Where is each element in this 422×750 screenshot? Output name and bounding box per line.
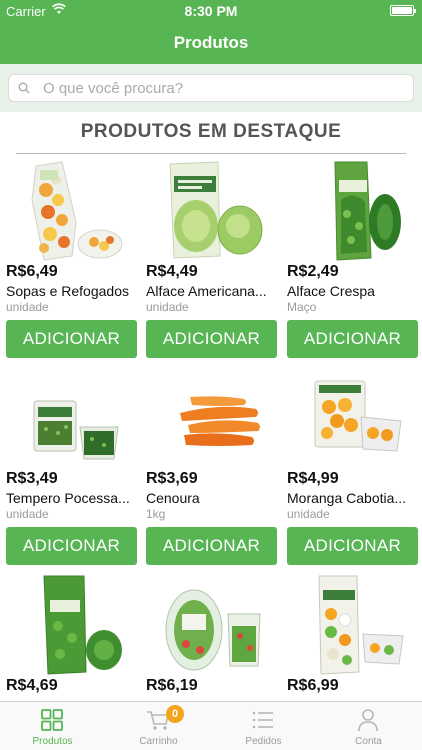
- product-card[interactable]: R$6,49 Sopas e Refogados unidade ADICION…: [6, 160, 137, 360]
- product-image-iceberg-lettuce: [169, 161, 263, 259]
- tab-label: Conta: [355, 736, 382, 747]
- product-price: R$3,69: [146, 470, 198, 487]
- section-title: PRODUTOS EM DESTAQUE: [80, 121, 342, 142]
- add-to-cart-button[interactable]: ADICIONAR: [146, 527, 277, 565]
- product-image-processed-seasoning: [33, 400, 119, 460]
- add-to-cart-button[interactable]: ADICIONAR: [287, 527, 418, 565]
- product-image-curly-lettuce: [334, 161, 401, 261]
- product-name: Cenoura: [146, 490, 200, 506]
- grid-icon: [41, 709, 63, 731]
- product-unit: Maço: [287, 300, 317, 314]
- product-name: Alface Americana...: [146, 283, 267, 299]
- product-price: R$4,49: [146, 263, 198, 280]
- clock: 8:30 PM: [184, 3, 238, 19]
- list-icon: [252, 711, 273, 729]
- user-icon: [358, 709, 378, 732]
- add-to-cart-button[interactable]: ADICIONAR: [287, 320, 418, 358]
- add-to-cart-button[interactable]: ADICIONAR: [6, 527, 137, 565]
- add-to-cart-button[interactable]: ADICIONAR: [6, 320, 137, 358]
- product-card[interactable]: R$4,49 Alface Americana... unidade ADICI…: [146, 160, 277, 360]
- product-name: Alface Crespa: [287, 283, 375, 299]
- header-bar: Carrier 8:30 PM Produtos: [0, 0, 422, 64]
- section-divider: [16, 153, 406, 154]
- product-image-greens-bag: [43, 575, 122, 675]
- tab-conta[interactable]: Conta: [316, 702, 421, 750]
- app-screen: Carrier 8:30 PM Produtos PRODUTOS EM DES…: [0, 0, 422, 750]
- product-unit: unidade: [6, 507, 49, 521]
- tab-label: Pedidos: [245, 736, 282, 747]
- product-unit: unidade: [146, 300, 189, 314]
- tab-pedidos[interactable]: Pedidos: [211, 702, 316, 750]
- product-image-soup-mix: [31, 161, 123, 261]
- product-price: R$3,49: [6, 470, 58, 487]
- search-area: [0, 64, 422, 112]
- product-name: Sopas e Refogados: [6, 283, 129, 299]
- cart-count-badge: 0: [166, 705, 184, 723]
- product-price: R$4,99: [287, 470, 339, 487]
- product-image-salad-bowl: [165, 589, 261, 671]
- product-price: R$6,49: [6, 263, 58, 280]
- product-unit: unidade: [287, 507, 330, 521]
- product-image-squash: [314, 380, 402, 452]
- product-price: R$2,49: [287, 263, 339, 280]
- page-title: Produtos: [173, 33, 249, 52]
- battery-icon: [390, 5, 416, 16]
- tab-carrinho[interactable]: 0 Carrinho: [106, 702, 211, 750]
- status-bar: Carrier 8:30 PM: [0, 0, 422, 22]
- search-input[interactable]: [43, 77, 403, 99]
- product-image-vegetable-mix: [318, 575, 404, 675]
- tab-label: Produtos: [32, 736, 73, 747]
- product-name: Moranga Cabotia...: [287, 490, 407, 506]
- product-card[interactable]: R$3,69 Cenoura 1kg ADICIONAR: [146, 367, 277, 567]
- add-to-cart-button[interactable]: ADICIONAR: [146, 320, 277, 358]
- product-price: R$6,19: [146, 677, 198, 694]
- product-card[interactable]: R$4,99 Moranga Cabotia... unidade ADICIO…: [287, 367, 418, 567]
- product-card[interactable]: R$3,49 Tempero Pocessa... unidade ADICIO…: [6, 367, 137, 567]
- product-name: Tempero Pocessa...: [6, 490, 130, 506]
- product-image-carrot: [180, 396, 260, 446]
- tab-label: Carrinho: [139, 736, 178, 747]
- product-unit: 1kg: [146, 507, 166, 521]
- product-price: R$6,99: [287, 677, 339, 694]
- product-unit: unidade: [6, 300, 49, 314]
- search-bar[interactable]: [8, 74, 414, 102]
- tab-produtos[interactable]: Produtos: [0, 702, 105, 750]
- search-icon: [18, 82, 30, 94]
- tab-bar: Produtos 0 Carrinho Pedidos Conta: [0, 701, 422, 750]
- product-card[interactable]: R$2,49 Alface Crespa Maço ADICIONAR: [287, 160, 418, 360]
- product-price: R$4,69: [6, 677, 58, 694]
